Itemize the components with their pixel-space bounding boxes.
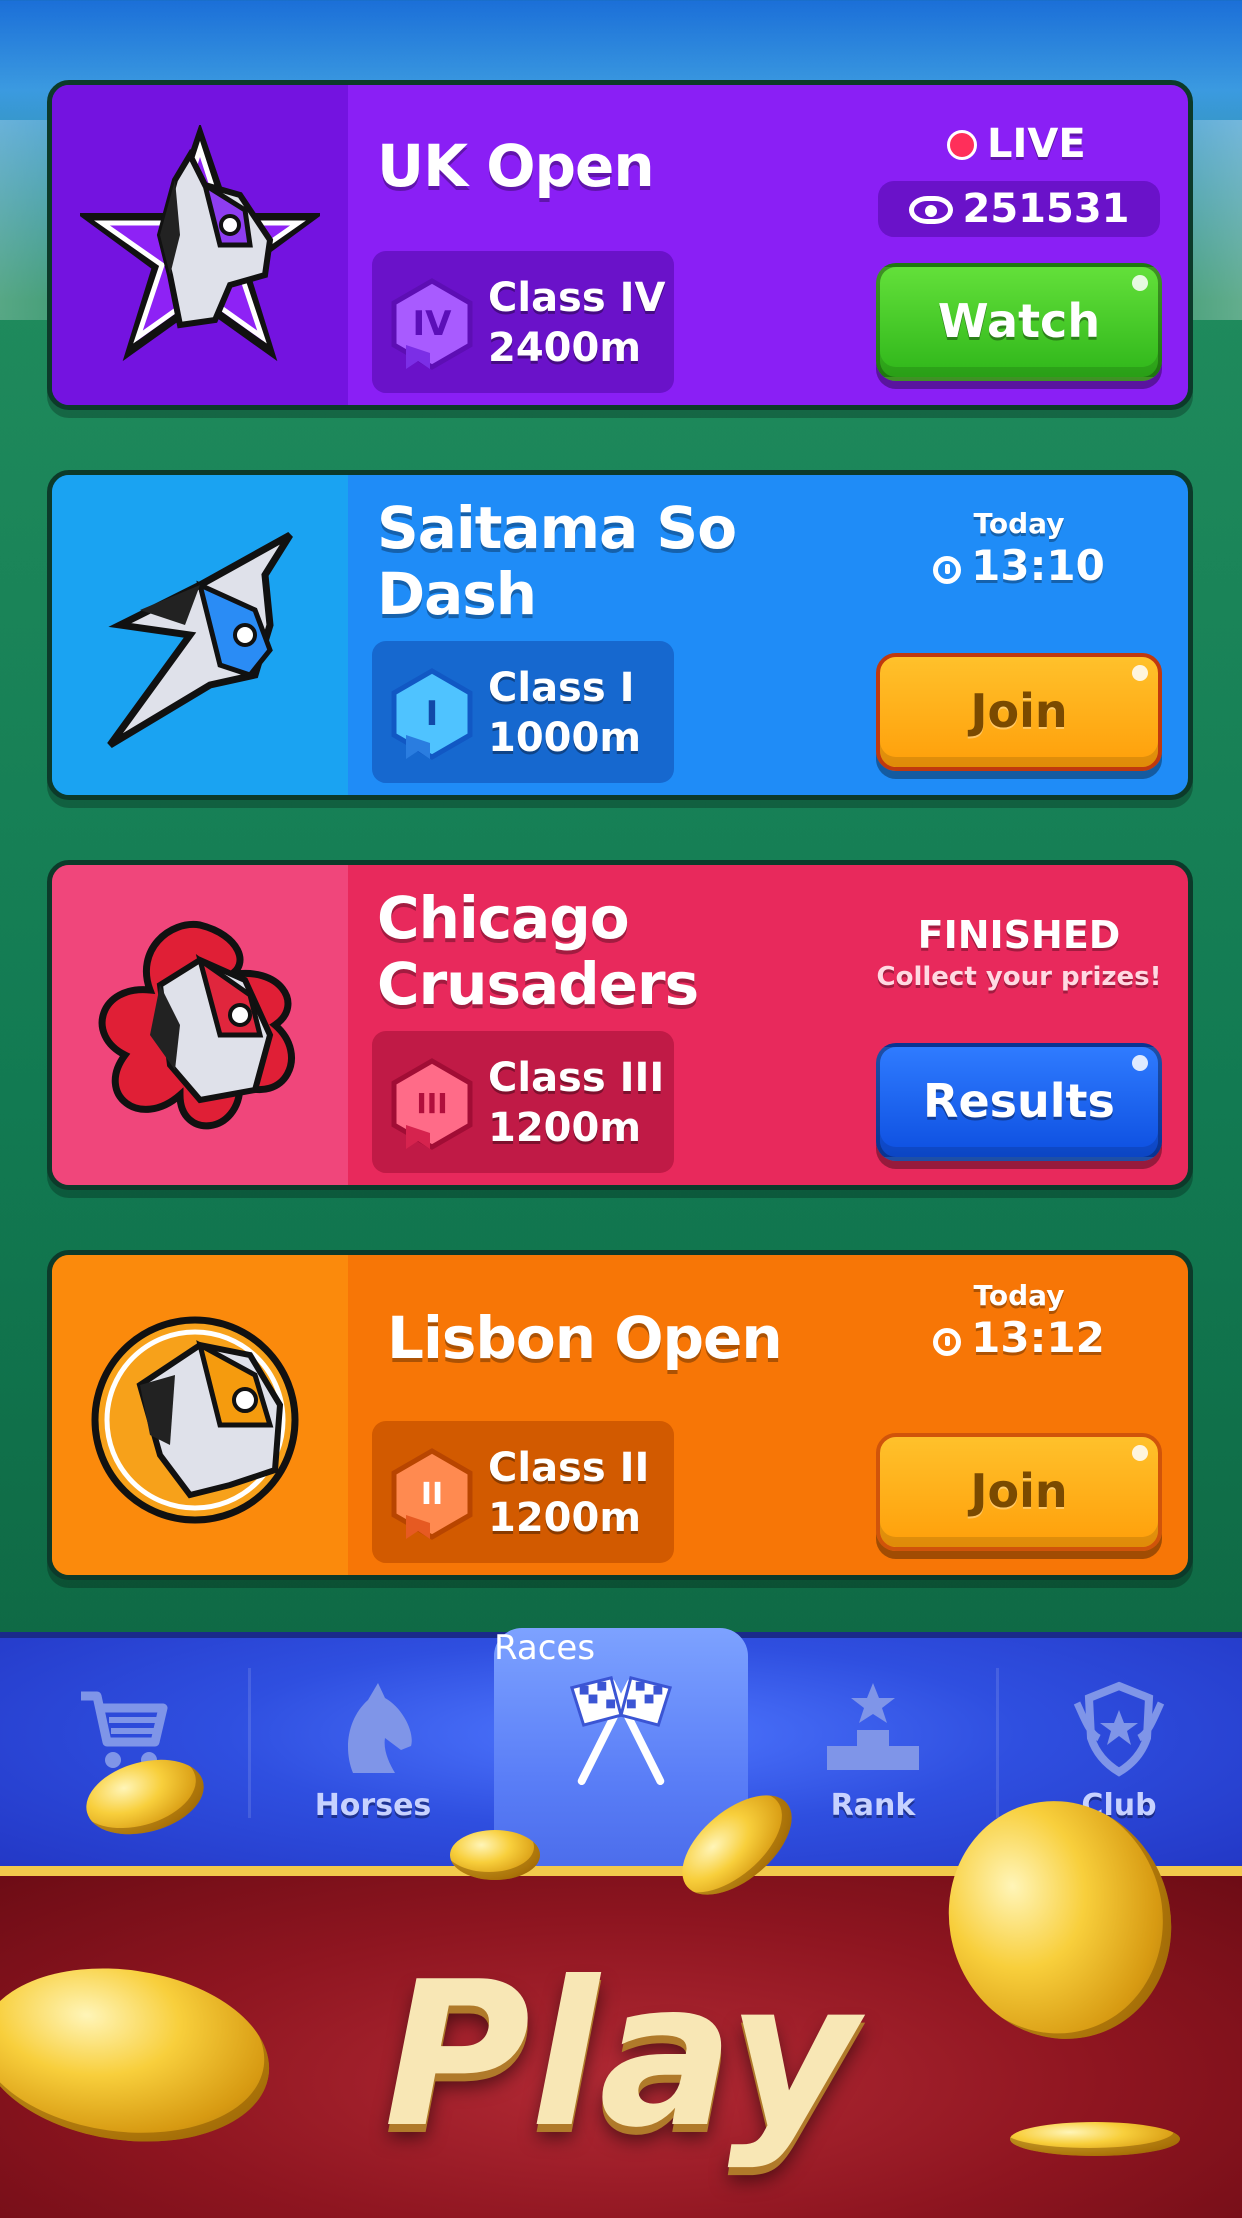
class-badge-icon: II xyxy=(391,1448,473,1540)
svg-text:IV: IV xyxy=(413,304,453,344)
race-distance: 1000m xyxy=(488,715,642,761)
nav-item-rank[interactable]: Rank xyxy=(750,1638,996,1878)
horse-star-logo-icon xyxy=(80,125,320,362)
time-value: 13:12 xyxy=(971,1313,1105,1362)
class-info-box: I Class I 1000m xyxy=(372,641,674,783)
eye-icon xyxy=(908,196,953,224)
shield-icon xyxy=(1073,1681,1165,1777)
race-card-uk-open[interactable]: UK Open IV Class IV 2400m LIVE 251531 Wa… xyxy=(47,80,1193,410)
join-button[interactable]: Join xyxy=(876,653,1162,771)
coin-icon xyxy=(450,1830,540,1880)
status-subtext: Collect your prizes! xyxy=(876,962,1162,992)
class-badge-icon: I xyxy=(391,668,473,760)
class-label: Class II xyxy=(488,1445,650,1491)
viewer-number: 251531 xyxy=(962,186,1130,232)
race-title: Chicago Crusaders xyxy=(377,884,699,1018)
class-text: Class III 1200m xyxy=(488,1053,664,1153)
race-distance: 1200m xyxy=(488,1105,642,1151)
checkered-flags-icon xyxy=(569,1676,673,1786)
svg-text:II: II xyxy=(421,1477,443,1512)
class-badge-icon: III xyxy=(391,1058,473,1150)
class-text: Class II 1200m xyxy=(488,1443,649,1543)
clock-icon xyxy=(933,1328,962,1356)
clock-icon xyxy=(933,556,962,584)
class-label: Class I xyxy=(488,665,635,711)
class-label: Class IV xyxy=(488,275,666,321)
race-card-saitama-so-dash[interactable]: Saitama So Dash I Class I 1000m Today 13… xyxy=(47,470,1193,800)
live-status: LIVE xyxy=(947,121,1086,167)
class-info-box: IV Class IV 2400m xyxy=(372,251,674,393)
horse-lightning-logo-icon xyxy=(107,531,293,749)
horse-flower-logo-icon xyxy=(98,920,295,1130)
race-time: Today 13:12 xyxy=(876,1279,1162,1363)
time-label: Today xyxy=(973,507,1065,540)
coin-icon xyxy=(1010,2122,1180,2156)
horse-circle-logo-icon xyxy=(91,1316,299,1524)
race-distance: 2400m xyxy=(488,325,642,371)
class-text: Class IV 2400m xyxy=(488,273,665,373)
class-text: Class I 1000m xyxy=(488,663,641,763)
race-distance: 1200m xyxy=(488,1495,642,1541)
nav-label: Horses xyxy=(314,1788,432,1823)
nav-item-shop[interactable] xyxy=(0,1638,246,1878)
svg-text:III: III xyxy=(416,1087,447,1120)
join-button[interactable]: Join xyxy=(876,1433,1162,1551)
finished-status: FINISHED Collect your prizes! xyxy=(876,911,1162,995)
live-dot-icon xyxy=(947,130,977,160)
class-label: Class III xyxy=(488,1055,665,1101)
race-card-lisbon-open[interactable]: Lisbon Open II Class II 1200m Today 13:1… xyxy=(47,1250,1193,1580)
time-value: 13:10 xyxy=(971,541,1105,590)
class-info-box: II Class II 1200m xyxy=(372,1421,674,1563)
viewer-count: 251531 xyxy=(878,181,1160,237)
race-title: Lisbon Open xyxy=(387,1304,783,1372)
live-label: LIVE xyxy=(987,121,1086,167)
nav-label: Races xyxy=(494,1628,596,1668)
class-badge-icon: IV xyxy=(391,278,473,370)
status-label: FINISHED xyxy=(917,913,1121,957)
results-button[interactable]: Results xyxy=(876,1043,1162,1161)
horse-head-icon xyxy=(348,1683,412,1773)
time-label: Today xyxy=(973,1279,1065,1312)
svg-text:I: I xyxy=(426,694,439,734)
race-card-chicago-crusaders[interactable]: Chicago Crusaders III Class III 1200m FI… xyxy=(47,860,1193,1190)
race-title: Saitama So Dash xyxy=(377,494,737,628)
podium-icon xyxy=(827,1683,919,1770)
class-info-box: III Class III 1200m xyxy=(372,1031,674,1173)
race-title: UK Open xyxy=(377,132,655,200)
race-time: Today 13:10 xyxy=(876,507,1162,591)
watch-button[interactable]: Watch xyxy=(876,263,1162,381)
